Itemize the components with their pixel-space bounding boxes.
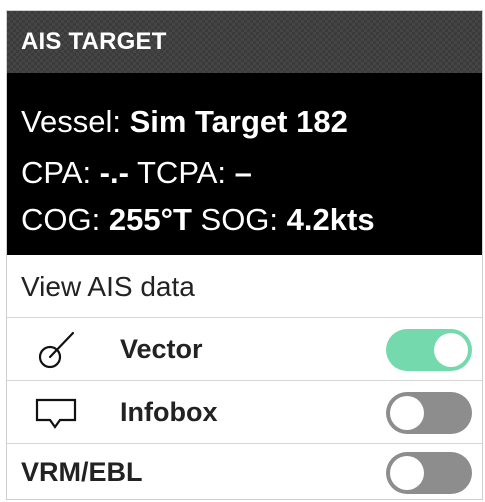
infobox-label: Infobox xyxy=(120,397,218,427)
sog-value: 4.2kts xyxy=(286,202,375,237)
panel-title: AIS TARGET xyxy=(7,11,482,73)
infobox-row: Infobox xyxy=(7,381,482,444)
view-ais-data-item[interactable]: View AIS data xyxy=(7,255,482,318)
vrm-ebl-label: VRM/EBL xyxy=(21,457,143,487)
vector-toggle[interactable] xyxy=(386,329,472,371)
vrm-ebl-toggle[interactable] xyxy=(386,452,472,494)
vector-label: Vector xyxy=(120,334,203,364)
cpa-label: CPA: xyxy=(21,155,100,190)
tcpa-label: TCPA: xyxy=(128,155,235,190)
vessel-line: Vessel: Sim Target 182 xyxy=(21,102,348,142)
target-info-block: Vessel: Sim Target 182 CPA: -.- TCPA: – … xyxy=(7,73,482,255)
cog-value: 255°T xyxy=(108,202,192,237)
vector-icon xyxy=(37,330,77,370)
tcpa-value: – xyxy=(234,155,252,190)
view-ais-data-label: View AIS data xyxy=(21,271,195,302)
vrm-ebl-row: VRM/EBL xyxy=(7,444,482,499)
cog-sog-line: COG: 255°T SOG: 4.2kts xyxy=(21,200,375,240)
toggle-knob xyxy=(390,396,424,430)
infobox-toggle[interactable] xyxy=(386,392,472,434)
cog-label: COG: xyxy=(21,202,109,237)
vessel-value: Sim Target 182 xyxy=(129,104,348,139)
ais-target-panel: AIS TARGET Vessel: Sim Target 182 CPA: -… xyxy=(6,10,483,500)
sog-label: SOG: xyxy=(191,202,287,237)
toggle-knob xyxy=(434,333,468,367)
toggle-knob xyxy=(390,456,424,490)
vector-row: Vector xyxy=(7,318,482,381)
cpa-tcpa-line: CPA: -.- TCPA: – xyxy=(21,153,252,193)
infobox-icon xyxy=(34,397,78,431)
cpa-value: -.- xyxy=(99,155,129,190)
vessel-label: Vessel: xyxy=(21,104,130,139)
